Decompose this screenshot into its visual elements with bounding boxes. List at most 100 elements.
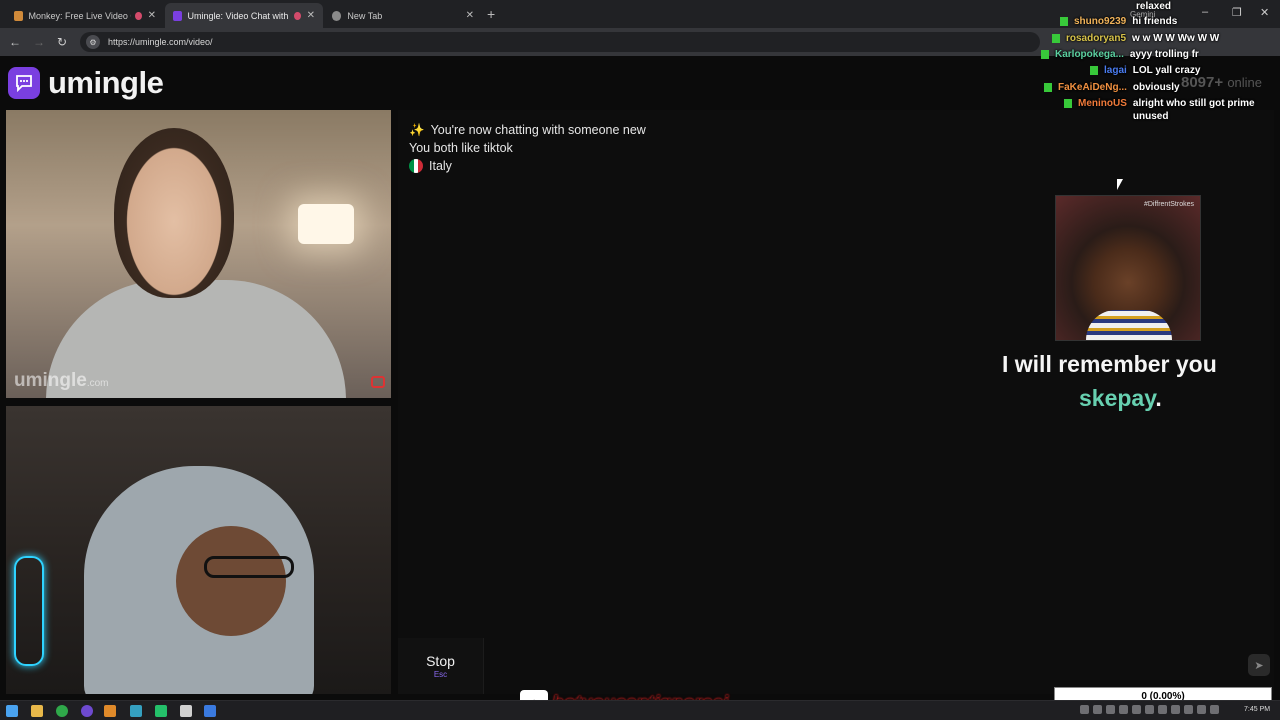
chat-badge-icon [1044, 83, 1052, 92]
minimize-icon[interactable]: – [1202, 6, 1208, 18]
meme-tag: #DiffrentStrokes [1143, 201, 1194, 208]
recording-icon [293, 11, 301, 20]
capcut-icon[interactable] [180, 705, 192, 717]
stream-chat-message: MeninoUS alright who still got prime unu… [1064, 97, 1273, 123]
meme-shirt [1086, 310, 1172, 340]
caption-period: . [1155, 385, 1162, 411]
stream-chat-user: Karlopokega... [1055, 49, 1124, 60]
start-icon[interactable] [6, 705, 18, 717]
tray-icon[interactable] [1197, 705, 1206, 714]
chat-badge-icon [1052, 34, 1060, 43]
close-tab-icon[interactable]: ✕ [307, 10, 315, 21]
globe-favicon-icon [332, 10, 342, 21]
stream-chat-text: ayyy trolling fr [1129, 49, 1199, 60]
system-message: You both like tiktok [409, 141, 513, 155]
umingle-logo[interactable]: umingle [8, 65, 164, 101]
tab-new-tab[interactable]: New Tab ✕ [324, 3, 482, 28]
online-label: online [1227, 75, 1263, 90]
tray-icon[interactable] [1119, 705, 1128, 714]
self-glasses [204, 556, 294, 578]
new-tab-plus-icon[interactable]: + [487, 6, 495, 22]
self-video [6, 406, 391, 694]
stream-chat-user: shuno9239 [1074, 16, 1127, 27]
chrome-icon[interactable] [56, 705, 68, 717]
caption-username: skepay [1079, 385, 1156, 411]
tab-umingle[interactable]: Umingle: Video Chat with S ✕ [165, 3, 323, 28]
stranger-video: umingle.com [6, 110, 391, 398]
chat-badge-icon [1041, 50, 1049, 59]
restore-icon[interactable]: ❐ [1232, 6, 1242, 19]
app-icon[interactable] [204, 705, 216, 717]
stream-chat-message: shuno9239 hi friends [1060, 15, 1177, 28]
stream-chat-text: obviously [1132, 82, 1180, 93]
stream-chat-message: relaxed [1136, 0, 1171, 13]
system-tray [1080, 705, 1219, 714]
umingle-watermark: umingle.com [14, 370, 109, 392]
file-explorer-icon[interactable] [31, 705, 43, 717]
tab-title: New Tab [347, 10, 383, 21]
tray-icon[interactable] [1080, 705, 1089, 714]
tray-icon[interactable] [1184, 705, 1193, 714]
chat-composer: Stop Esc ➤ [398, 638, 1274, 694]
esc-hint: Esc [433, 670, 448, 679]
watermark-suffix: .com [86, 378, 109, 389]
overlay-caption-name: skepay. [1079, 385, 1162, 412]
system-message: Italy [409, 159, 452, 173]
forward-arrow-icon[interactable]: → [33, 35, 45, 49]
logo-text: umingle [48, 65, 164, 100]
monkey-favicon-icon [14, 10, 23, 21]
stream-chat-user: rosadoryan5 [1066, 33, 1127, 44]
stranger-head [114, 128, 234, 298]
stop-label: Stop [426, 653, 455, 669]
sparkle-icon: ✨ [409, 123, 425, 137]
reload-icon[interactable]: ↻ [57, 35, 67, 49]
tray-icon[interactable] [1210, 705, 1219, 714]
stream-chat-message: rosadoryan5 w w W W Ww W W [1052, 32, 1219, 45]
stream-chat-message: lagai LOL yall crazy [1090, 64, 1200, 77]
tray-icon[interactable] [1106, 705, 1115, 714]
app-icon[interactable] [104, 705, 116, 717]
stream-chat-user: lagai [1104, 65, 1127, 76]
chat-badge-icon [1064, 99, 1072, 108]
tray-icon[interactable] [1132, 705, 1141, 714]
url-field[interactable]: ⚙ https://umingle.com/video/ [80, 32, 1040, 52]
stream-chat-message: FaKeAiDeNg... obviously [1044, 81, 1180, 94]
tray-icon[interactable] [1145, 705, 1154, 714]
tab-title: Monkey: Free Live Video Ch [28, 10, 131, 21]
umingle-favicon-icon [173, 10, 182, 21]
app-icon[interactable] [130, 705, 142, 717]
message-text: You both like tiktok [409, 141, 513, 155]
discord-icon[interactable] [81, 705, 93, 717]
chat-message-input[interactable] [490, 638, 1234, 694]
stream-chat-user: FaKeAiDeNg... [1058, 82, 1127, 93]
back-arrow-icon[interactable]: ← [9, 35, 21, 49]
meme-overlay-image: #DiffrentStrokes [1055, 195, 1201, 341]
lamp [298, 204, 354, 244]
site-info-icon[interactable]: ⚙ [86, 35, 100, 49]
close-tab-icon[interactable]: ✕ [466, 10, 474, 21]
recording-icon [134, 11, 142, 20]
send-icon[interactable]: ➤ [1248, 654, 1270, 676]
report-flag-icon[interactable] [371, 376, 385, 388]
stream-chat-text: LOL yall crazy [1132, 65, 1201, 76]
chat-badge-icon [1090, 66, 1098, 75]
tab-monkey[interactable]: Monkey: Free Live Video Ch ✕ [6, 3, 164, 28]
stream-chat-text: relaxed [1136, 1, 1172, 12]
self-face [176, 526, 286, 636]
close-tab-icon[interactable]: ✕ [148, 10, 156, 21]
tray-icon[interactable] [1171, 705, 1180, 714]
message-text: You're now chatting with someone new [430, 123, 646, 137]
chair-led [14, 556, 44, 666]
tray-icon[interactable] [1158, 705, 1167, 714]
stream-chat-text: hi friends [1132, 16, 1178, 27]
watermark-text: umingle [14, 370, 87, 391]
stream-chat-text: w w W W Ww W W [1132, 33, 1220, 44]
close-window-icon[interactable]: ✕ [1260, 6, 1269, 19]
windows-taskbar: 7:45 PM [0, 700, 1280, 720]
app-icon[interactable] [155, 705, 167, 717]
overlay-caption: I will remember you [1002, 351, 1217, 377]
message-text: Italy [429, 159, 452, 173]
tray-icon[interactable] [1093, 705, 1102, 714]
stop-button[interactable]: Stop Esc [398, 638, 484, 694]
tab-title: Umingle: Video Chat with S [187, 10, 290, 21]
